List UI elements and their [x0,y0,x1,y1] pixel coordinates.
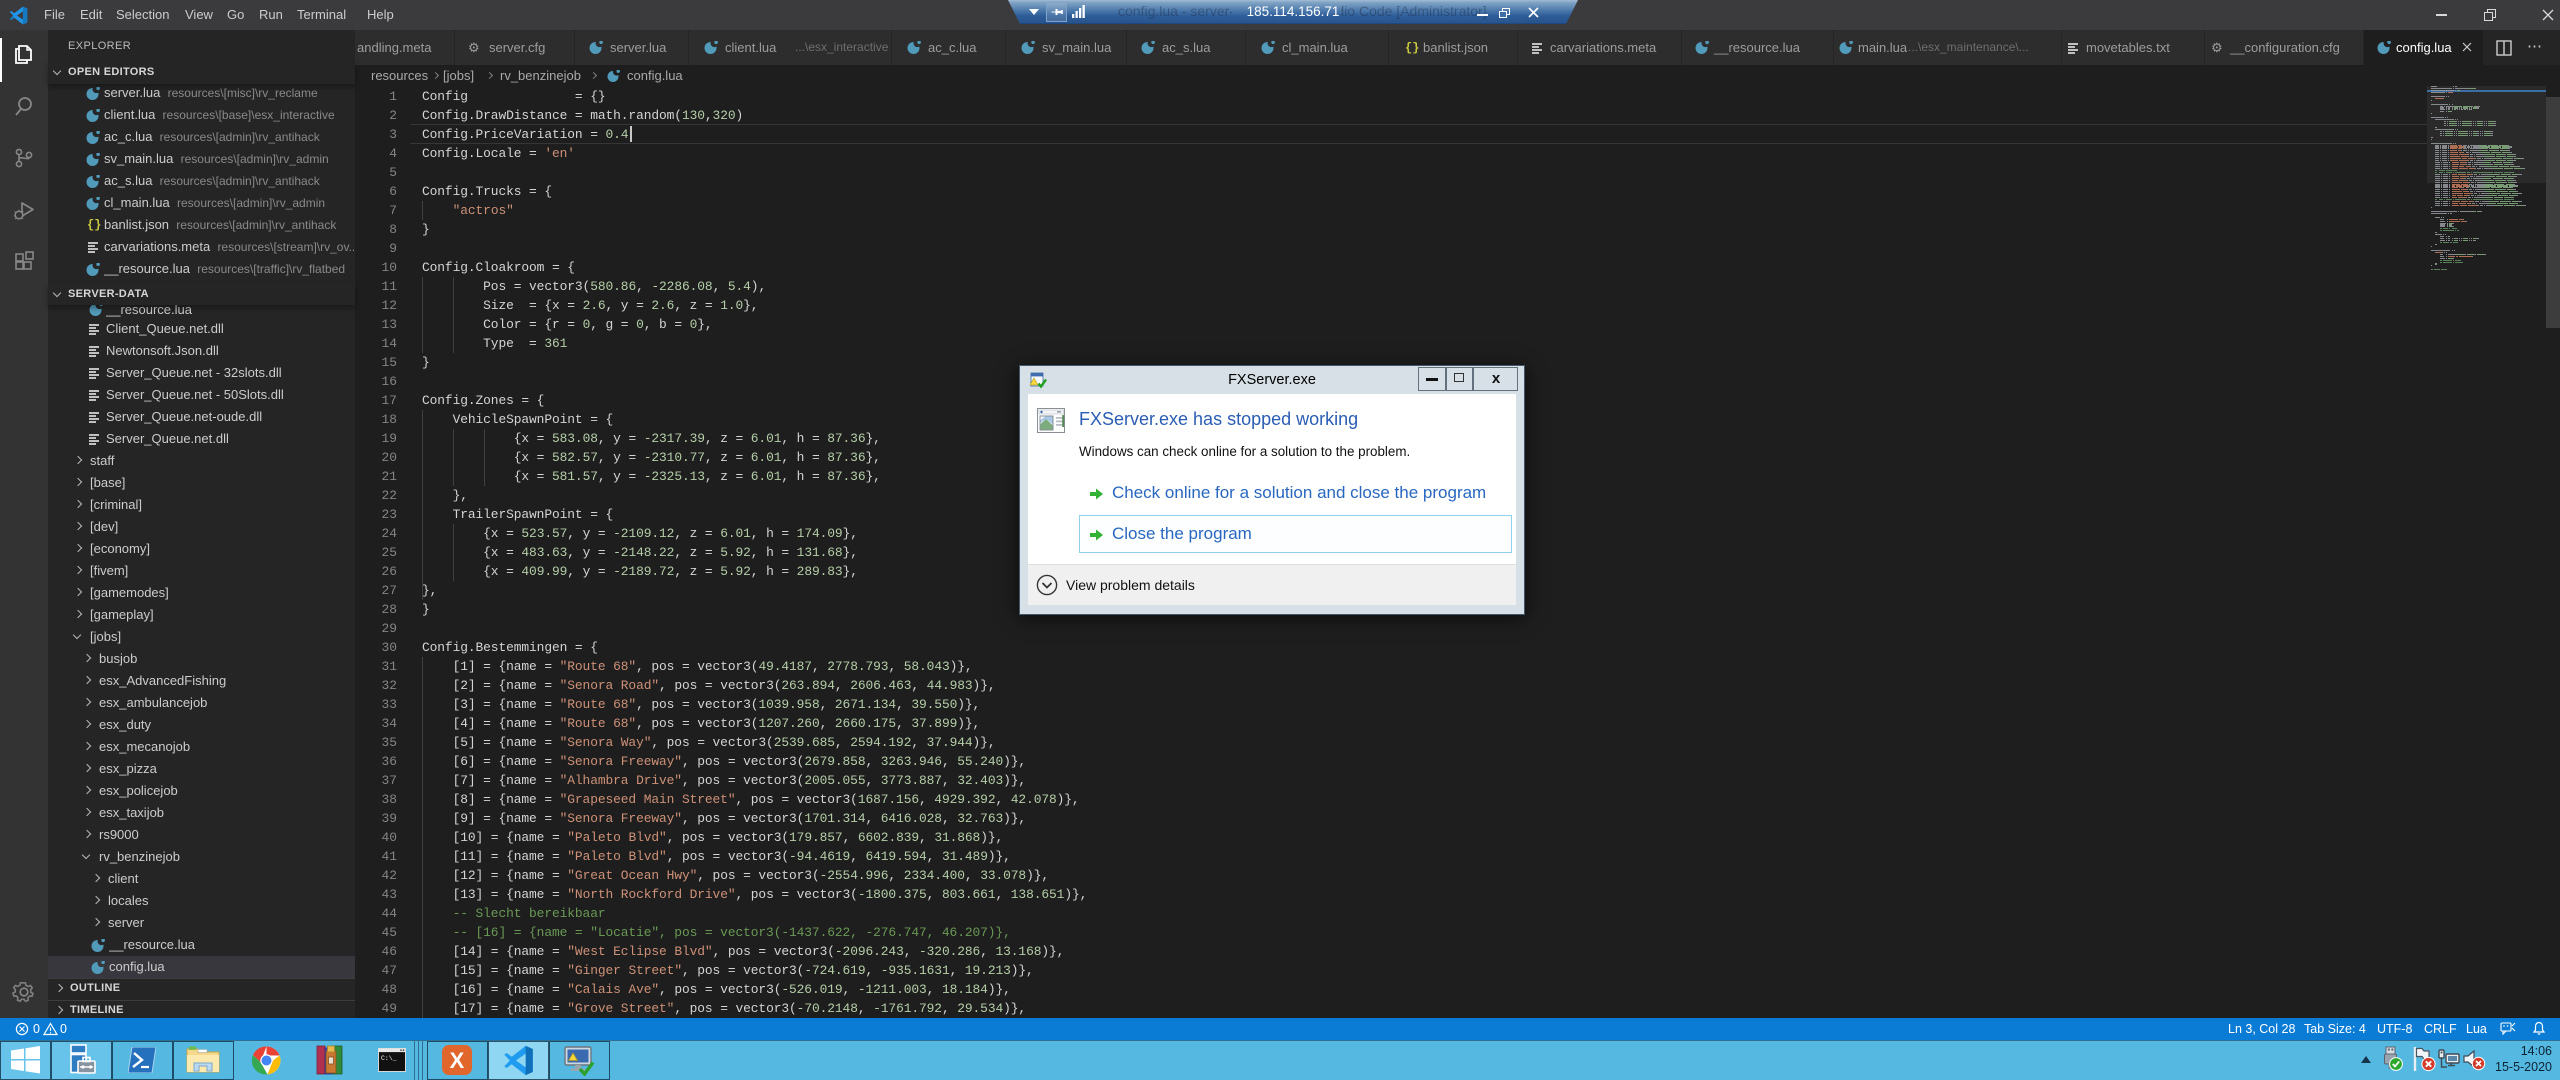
svg-text:X: X [450,1048,465,1073]
svg-text:C:\_: C:\_ [381,1055,397,1062]
